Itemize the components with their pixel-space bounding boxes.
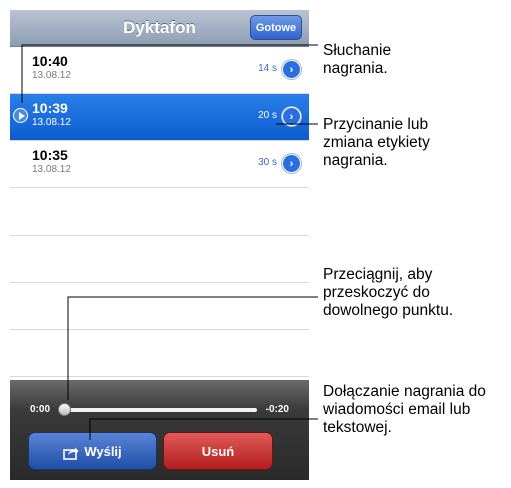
callout-trim: Przycinanie lub zmiana etykiety nagrania…	[323, 116, 430, 169]
callout-listen: Słuchanie nagrania.	[323, 42, 392, 77]
callout-scrub: Przeciągnij, aby przeskoczyć do dowolneg…	[323, 266, 454, 319]
callout-attach: Dołączanie nagrania do wiadomości email …	[323, 383, 486, 436]
